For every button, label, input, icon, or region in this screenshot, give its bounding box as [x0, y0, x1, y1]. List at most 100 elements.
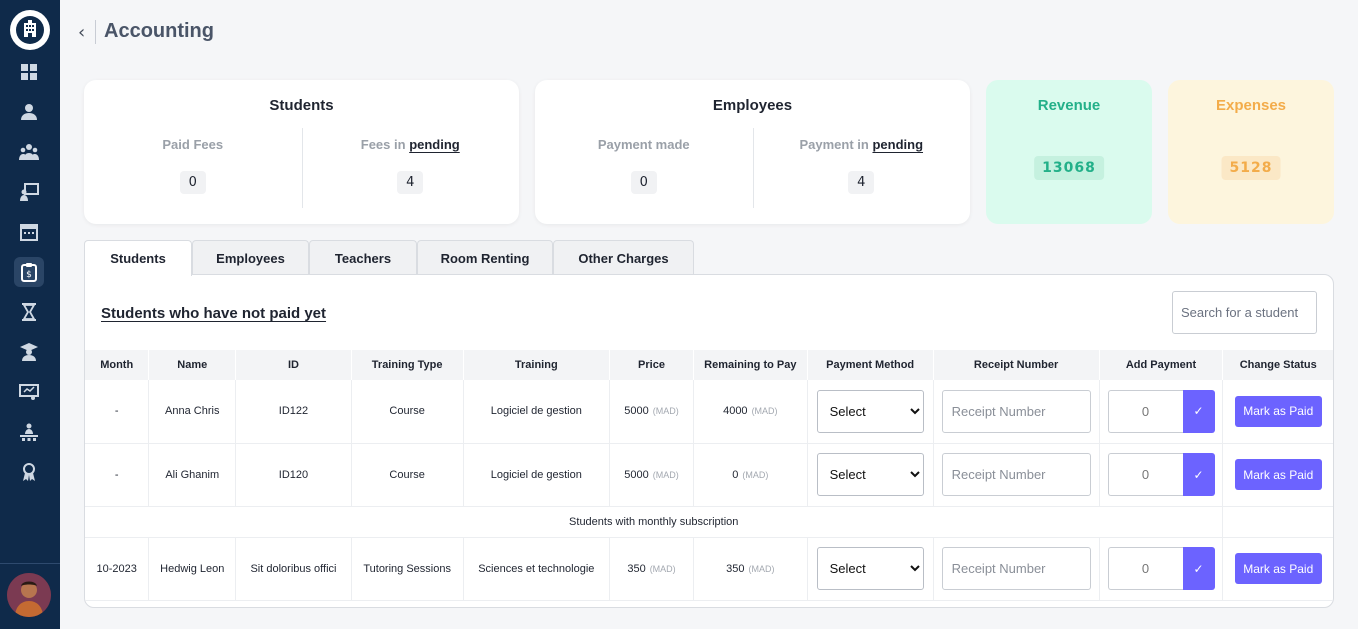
- payment-pending-stat: Payment in pending 4: [753, 128, 971, 208]
- page-title: Accounting: [104, 20, 214, 42]
- avatar[interactable]: [7, 573, 51, 617]
- training-cell: Sciences et technologie: [463, 537, 611, 601]
- user-avatar-icon: [7, 573, 51, 617]
- back-button[interactable]: ‹: [78, 22, 85, 43]
- training-type-cell: Tutoring Sessions: [351, 537, 464, 601]
- classroom-icon: [20, 423, 38, 441]
- add-payment-input[interactable]: [1107, 453, 1183, 496]
- add-payment-input[interactable]: [1107, 547, 1183, 590]
- stat-label-prefix: Payment in: [799, 137, 869, 152]
- fees-pending-stat: Fees in pending 4: [302, 128, 520, 208]
- add-payment-group: ✓: [1107, 547, 1215, 590]
- table-row: - Ali Ghanim ID120 Course Logiciel de ge…: [85, 443, 1333, 507]
- revenue-card: Revenue 13068: [986, 80, 1152, 224]
- card-title: Employees: [712, 97, 793, 114]
- students-summary-card: Students Paid Fees 0 Fees in pending 4: [84, 80, 519, 224]
- training-type-cell: Course: [351, 380, 464, 444]
- stat-value: 0: [179, 171, 206, 194]
- receipt-cell: [933, 537, 1100, 601]
- nav-dashboard[interactable]: [14, 57, 44, 87]
- table-header-row: Month Name ID Training Type Training Pri…: [85, 350, 1333, 380]
- id-cell: ID120: [235, 443, 352, 507]
- change-status-cell: Mark as Paid: [1222, 380, 1333, 444]
- header-divider: [95, 20, 96, 44]
- tab-teachers[interactable]: Teachers: [309, 240, 417, 275]
- empty-cell: [1222, 506, 1333, 538]
- nav-teacher[interactable]: [14, 177, 44, 207]
- id-cell: Sit doloribus offici: [235, 537, 352, 601]
- tab-employees[interactable]: Employees: [192, 240, 309, 275]
- change-status-cell: Mark as Paid: [1222, 443, 1333, 507]
- tab-room-renting[interactable]: Room Renting: [417, 240, 553, 275]
- column-header: Remaining to Pay: [693, 350, 808, 380]
- column-header: Receipt Number: [933, 350, 1100, 380]
- certificate-badge-icon: [23, 463, 35, 481]
- nav-accounting[interactable]: $: [14, 257, 44, 287]
- month-cell: -: [85, 380, 150, 444]
- receipt-cell: [933, 443, 1100, 507]
- chevron-left-icon: ‹: [78, 22, 86, 43]
- accounting-clipboard-icon: $: [21, 263, 37, 282]
- confirm-payment-button[interactable]: ✓: [1182, 453, 1215, 496]
- nav-graduate[interactable]: [14, 337, 44, 367]
- receipt-number-input[interactable]: [941, 453, 1091, 496]
- column-header: Training Type: [351, 350, 464, 380]
- tab-students[interactable]: Students: [84, 240, 192, 276]
- remaining-cell: 0 (MAD): [693, 443, 808, 507]
- nav-user[interactable]: [14, 97, 44, 127]
- search-input[interactable]: [1172, 291, 1317, 334]
- price-cell: 350 (MAD): [609, 537, 694, 601]
- remaining-cell: 4000 (MAD): [693, 380, 808, 444]
- nav-classroom[interactable]: [14, 417, 44, 447]
- expenses-card: Expenses 5128: [1168, 80, 1334, 224]
- payment-method-select[interactable]: Select: [816, 389, 924, 433]
- remaining-value: 350: [726, 562, 745, 575]
- add-payment-cell: ✓: [1099, 537, 1224, 601]
- tab-other-charges[interactable]: Other Charges: [553, 240, 694, 275]
- app-logo[interactable]: [10, 10, 50, 50]
- confirm-payment-button[interactable]: ✓: [1182, 389, 1215, 433]
- graduate-icon: [20, 343, 38, 361]
- dashboard-icon: [21, 64, 37, 80]
- panel-title: Students who have not paid yet: [101, 305, 327, 322]
- table-row: 10-2023 Hedwig Leon Sit doloribus offici…: [85, 537, 1333, 601]
- teacher-board-icon: [20, 183, 39, 201]
- check-icon: ✓: [1193, 561, 1204, 576]
- column-header: ID: [235, 350, 352, 380]
- nav-presentation[interactable]: [14, 377, 44, 407]
- table-row: - Anna Chris ID122 Course Logiciel de ge…: [85, 380, 1333, 444]
- confirm-payment-button[interactable]: ✓: [1182, 547, 1215, 590]
- revenue-title: Revenue: [1037, 97, 1101, 114]
- stat-label-prefix: Fees in: [360, 137, 406, 152]
- payment-method-select[interactable]: Select: [816, 453, 924, 496]
- column-header: Add Payment: [1099, 350, 1224, 380]
- add-payment-group: ✓: [1107, 389, 1215, 433]
- payment-made-stat: Payment made 0: [535, 128, 753, 208]
- nav-certificate[interactable]: [14, 457, 44, 487]
- month-cell: 10-2023: [85, 537, 150, 601]
- stat-label-emphasis: pending: [409, 137, 460, 152]
- nav-calendar[interactable]: [14, 217, 44, 247]
- column-header: Month: [85, 350, 150, 380]
- receipt-number-input[interactable]: [941, 547, 1091, 590]
- payment-method-select[interactable]: Select: [816, 547, 924, 590]
- nav-users-group[interactable]: [14, 137, 44, 167]
- mark-as-paid-button[interactable]: Mark as Paid: [1234, 395, 1322, 427]
- add-payment-cell: ✓: [1099, 443, 1224, 507]
- presentation-icon: [19, 384, 39, 400]
- svg-text:$: $: [26, 270, 32, 280]
- mark-as-paid-button[interactable]: Mark as Paid: [1234, 459, 1322, 490]
- receipt-number-input[interactable]: [941, 389, 1091, 433]
- mark-as-paid-button[interactable]: Mark as Paid: [1234, 553, 1322, 584]
- payment-method-cell: Select: [807, 537, 934, 601]
- column-header: Change Status: [1222, 350, 1333, 380]
- add-payment-input[interactable]: [1107, 389, 1183, 433]
- month-cell: -: [85, 443, 150, 507]
- check-icon: ✓: [1193, 404, 1204, 419]
- currency-unit: (MAD): [751, 406, 778, 417]
- nav-hourglass[interactable]: [14, 297, 44, 327]
- stat-label: Payment made: [597, 137, 690, 152]
- price-value: 350: [627, 562, 646, 575]
- add-payment-cell: ✓: [1099, 380, 1224, 444]
- price-value: 5000: [624, 468, 649, 481]
